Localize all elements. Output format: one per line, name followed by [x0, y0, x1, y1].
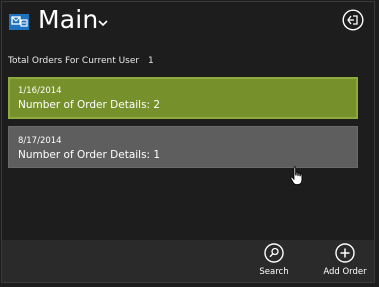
- order-tile[interactable]: 8/17/2014 Number of Order Details: 1: [8, 126, 358, 168]
- search-button[interactable]: Search: [249, 243, 299, 277]
- order-date: 1/16/2014: [18, 86, 62, 96]
- order-list: 1/16/2014 Number of Order Details: 2 8/1…: [8, 77, 358, 175]
- order-tile[interactable]: 1/16/2014 Number of Order Details: 2: [8, 77, 358, 119]
- order-details-count: Number of Order Details: 2: [18, 99, 161, 111]
- order-count: 1: [147, 56, 154, 66]
- summary-label: Total Orders For Current User: [8, 56, 140, 66]
- order-details-count: Number of Order Details: 1: [18, 149, 161, 161]
- add-order-button[interactable]: Add Order: [320, 243, 370, 277]
- plus-icon: [335, 243, 355, 263]
- hand-cursor-icon: [290, 166, 303, 185]
- header: Main: [2, 2, 374, 48]
- order-date: 8/17/2014: [18, 136, 62, 146]
- sign-out-icon[interactable]: [342, 9, 364, 31]
- app-bar: Search Add Order: [2, 240, 374, 282]
- app-logo-icon: [9, 14, 29, 30]
- search-label: Search: [259, 267, 289, 277]
- page-title[interactable]: Main: [38, 5, 98, 34]
- search-icon: [264, 243, 284, 263]
- add-order-label: Add Order: [323, 267, 367, 277]
- order-summary: Total Orders For Current User 1: [8, 56, 154, 66]
- chevron-down-icon[interactable]: [98, 19, 108, 27]
- app-window: Main Total Orders For Current User 1 1/1…: [1, 1, 375, 283]
